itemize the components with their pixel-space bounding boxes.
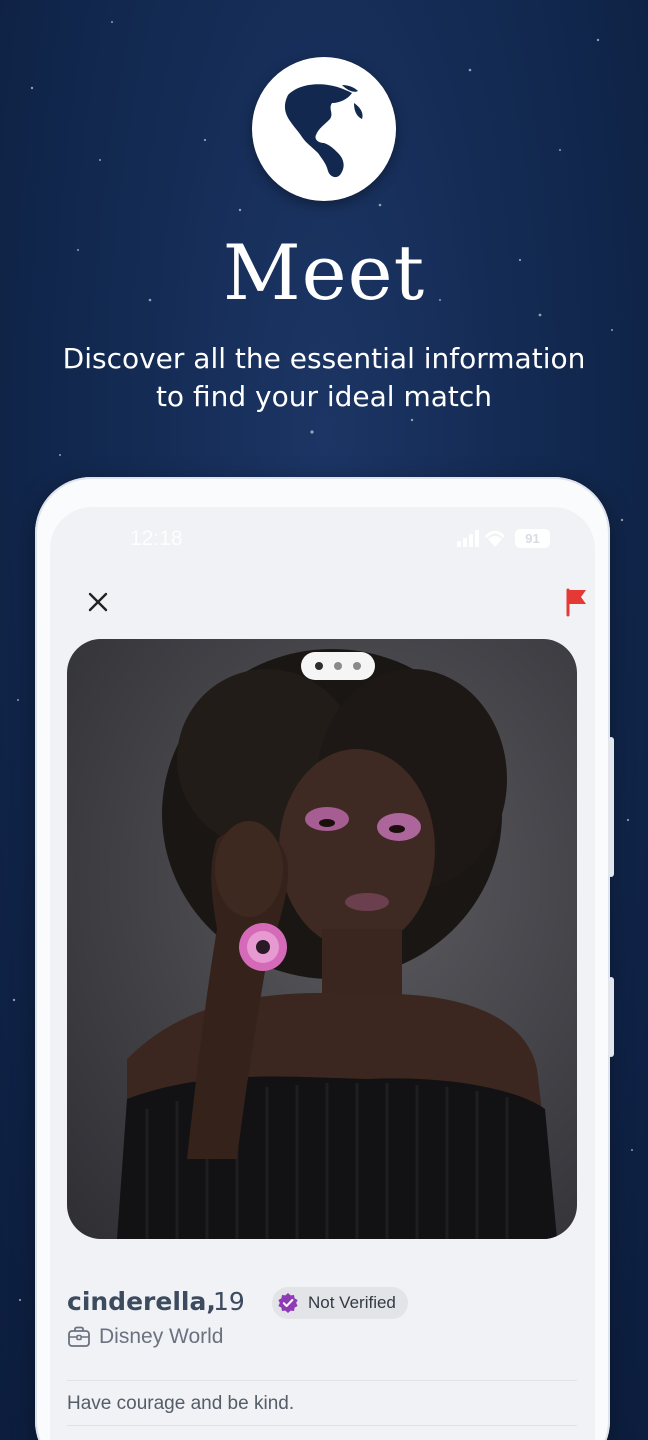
hero-subtitle-line2: to find your ideal match: [155, 380, 493, 413]
profile-name: cinderella,: [67, 1287, 216, 1316]
close-icon[interactable]: [85, 589, 111, 615]
verified-seal-icon: [278, 1293, 298, 1313]
signal-wifi-icons: [457, 530, 505, 547]
profile-photo[interactable]: [67, 639, 577, 1239]
divider: [67, 1380, 577, 1381]
hero-title: Meet: [222, 228, 426, 317]
phone-power-button: [608, 977, 614, 1057]
hero-subtitle-line1: Discover all the essential information: [62, 342, 586, 375]
battery-indicator: 91: [515, 529, 550, 548]
phone-volume-button: [608, 737, 614, 877]
globe-icon: [270, 75, 378, 183]
hero-subtitle: Discover all the essential information t…: [40, 340, 608, 416]
pager-dot-2[interactable]: [334, 662, 342, 670]
profile-age: 19: [213, 1287, 245, 1316]
phone-screen: 12:18 91 cinderella, 19 Not Verified Dis…: [50, 507, 595, 1440]
profile-location: Disney World: [99, 1325, 224, 1348]
divider: [67, 1425, 577, 1426]
pager-dot-3[interactable]: [353, 662, 361, 670]
status-time: 12:18: [130, 527, 183, 550]
globe-badge: [252, 57, 396, 201]
flag-icon[interactable]: [564, 587, 590, 617]
briefcase-icon: [68, 1326, 90, 1347]
verification-badge[interactable]: Not Verified: [272, 1287, 408, 1319]
profile-photo-image: [117, 649, 557, 1239]
pager-dot-1[interactable]: [315, 662, 323, 670]
verification-label: Not Verified: [308, 1293, 396, 1312]
phone-mockup: 12:18 91 cinderella, 19 Not Verified Dis…: [35, 477, 614, 1440]
profile-bio: Have courage and be kind.: [67, 1393, 295, 1414]
photo-pager: [301, 652, 375, 680]
